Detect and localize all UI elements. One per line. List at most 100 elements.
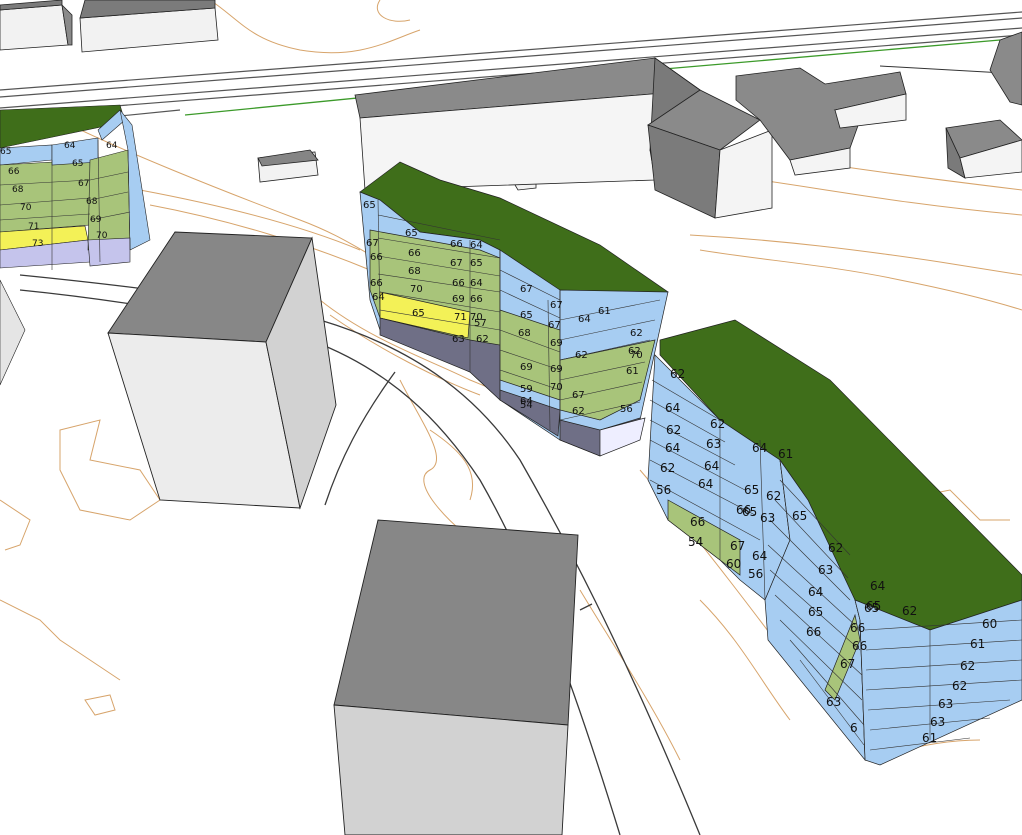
level-label: 64 xyxy=(704,459,719,473)
level-label: 64 xyxy=(870,579,885,593)
level-label: 66 xyxy=(806,625,821,639)
level-label: 63 xyxy=(760,511,775,525)
level-label: 69 xyxy=(452,294,465,305)
level-label: 66 xyxy=(852,639,867,653)
level-label: 73 xyxy=(32,239,43,249)
level-label: 62 xyxy=(628,346,641,357)
level-label: 69 xyxy=(550,364,563,375)
level-label: 64 xyxy=(698,477,713,491)
level-label: 62 xyxy=(902,604,917,618)
site-3d-model-view: 65646566646867706869717073 656566 6467666… xyxy=(0,0,1022,835)
level-label: 70 xyxy=(96,231,108,241)
level-label: 66 xyxy=(370,278,383,289)
level-label: 70 xyxy=(20,203,32,213)
level-label: 68 xyxy=(408,266,421,277)
level-label: 63 xyxy=(826,695,841,709)
level-label: 6 xyxy=(850,721,858,735)
level-label: 62 xyxy=(476,334,489,345)
block-building-left xyxy=(107,231,337,510)
level-label: 67 xyxy=(450,258,463,269)
level-label: 70 xyxy=(550,382,563,393)
level-label: 57 xyxy=(474,318,487,329)
level-label: 66 xyxy=(408,248,421,259)
level-label: 64 xyxy=(752,549,767,563)
level-label: 65 xyxy=(363,200,376,211)
level-label: 70 xyxy=(410,284,423,295)
level-label: 69 xyxy=(520,362,533,373)
level-label: 56 xyxy=(748,567,763,581)
level-label: 63 xyxy=(706,437,721,451)
level-label: 62 xyxy=(952,679,967,693)
level-label: 68 xyxy=(12,185,24,195)
level-label: 64 xyxy=(470,278,483,289)
level-label: 68 xyxy=(518,328,531,339)
level-label: 67 xyxy=(572,390,585,401)
level-label: 64 xyxy=(470,240,483,251)
level-label: 63 xyxy=(818,563,833,577)
level-label: 65 xyxy=(0,147,11,157)
level-label: 64 xyxy=(665,441,680,455)
level-label: 60 xyxy=(726,557,741,571)
level-label: 67 xyxy=(548,320,561,331)
level-label: 64 xyxy=(106,141,118,151)
level-label: 67 xyxy=(730,539,745,553)
level-label: 65 xyxy=(470,258,483,269)
level-label: 63 xyxy=(930,715,945,729)
level-label: 66 xyxy=(690,515,705,529)
level-label: 59 xyxy=(520,384,533,395)
level-label: 69 xyxy=(550,338,563,349)
level-label: 61 xyxy=(778,447,793,461)
level-label: 66 xyxy=(450,239,463,250)
level-label: 62 xyxy=(572,406,585,417)
level-label: 68 xyxy=(86,197,98,207)
level-label: 67 xyxy=(78,179,89,189)
level-label: 65 xyxy=(72,159,83,169)
level-label: 64 xyxy=(752,441,767,455)
level-label: 67 xyxy=(840,657,855,671)
level-label: 66 xyxy=(850,621,865,635)
level-label: 66 xyxy=(452,278,465,289)
level-label: 62 xyxy=(710,417,725,431)
level-label: 71 xyxy=(28,222,39,232)
level-label: 65 xyxy=(405,228,418,239)
level-label: 61 xyxy=(970,637,985,651)
level-label: 54 xyxy=(688,535,703,549)
level-label: 65 xyxy=(864,601,879,615)
level-label: 61 xyxy=(598,306,611,317)
level-label: 65 xyxy=(792,509,807,523)
level-label: 66 xyxy=(470,294,483,305)
level-label: 64 xyxy=(520,396,533,407)
level-label: 56 xyxy=(620,404,633,415)
level-label: 61 xyxy=(626,366,639,377)
level-label: 63 xyxy=(452,334,465,345)
level-label: 56 xyxy=(656,483,671,497)
level-label: 66 xyxy=(8,167,20,177)
level-label: 67 xyxy=(550,300,563,311)
level-label: 69 xyxy=(90,215,102,225)
level-label: 62 xyxy=(666,423,681,437)
level-label: 64 xyxy=(372,292,385,303)
level-label: 62 xyxy=(630,328,643,339)
level-label: 62 xyxy=(670,367,685,381)
block-building-bottom xyxy=(333,519,579,835)
level-label: 61 xyxy=(922,731,937,745)
level-label: 60 xyxy=(982,617,997,631)
level-label: 71 xyxy=(454,312,467,323)
level-label: 62 xyxy=(828,541,843,555)
level-label: 64 xyxy=(665,401,680,415)
level-label: 66 xyxy=(370,252,383,263)
level-label: 62 xyxy=(660,461,675,475)
level-label: 64 xyxy=(808,585,823,599)
level-label: 65 xyxy=(412,308,425,319)
level-label: 65 xyxy=(520,310,533,321)
level-label: 63 xyxy=(938,697,953,711)
level-label: 64 xyxy=(64,141,76,151)
level-label: 65 xyxy=(744,483,759,497)
level-label: 67 xyxy=(520,284,533,295)
level-label: 62 xyxy=(960,659,975,673)
level-label: 62 xyxy=(575,350,588,361)
level-label: 64 xyxy=(578,314,591,325)
level-label: 67 xyxy=(366,238,379,249)
level-label: 66 xyxy=(736,503,751,517)
level-label: 62 xyxy=(766,489,781,503)
